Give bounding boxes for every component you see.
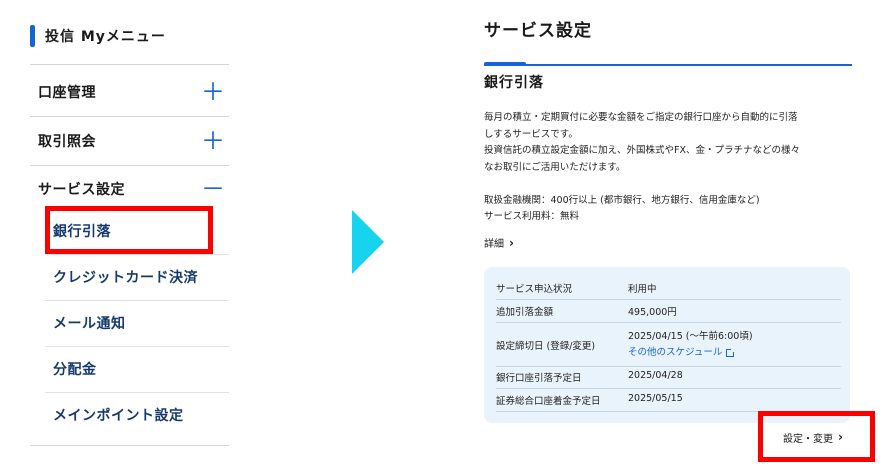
description-line: なお取引にご活用いただけます。 [484,161,626,173]
description-line: 取扱金融機関：400行以上 (都市銀行、地方銀行、信用金庫など) [484,194,760,206]
plus-icon: ＋ [201,78,225,106]
row-divider [496,366,841,367]
submenu-item-credit-card[interactable]: クレジットカード決済 [45,254,229,300]
schedule-link-label: その他のスケジュール [628,347,723,358]
divider [30,445,229,446]
info-label: 設定締切日 (登録/変更) [496,341,596,352]
highlight-box-bank-debit [45,206,213,254]
detail-link-label: 詳細 [484,239,504,250]
menu-title: 投信 Myメニュー [30,25,166,47]
description-line: 毎月の積立・定期買付に必要な金額をご指定の銀行口座から自動的に引落 [484,112,798,123]
menu-title-text: 投信 Myメニュー [45,29,166,45]
tab-underline [484,62,852,66]
schedule-link[interactable]: その他のスケジュール [628,345,736,361]
menu-category-label: サービス設定 [38,182,125,198]
divider [30,64,229,65]
info-value: 2025/04/15 (〜午前6:00頃) [628,331,753,342]
menu-category-account[interactable]: 口座管理 ＋ [30,68,229,116]
submenu-item-label: メインポイント設定 [53,408,184,424]
submenu-item-label: クレジットカード決済 [53,270,198,286]
minus-icon: － [201,175,225,203]
info-value: 利用中 [628,284,657,295]
section-title: 銀行引落 [484,75,544,91]
description-line: しするサービスです。 [484,128,578,140]
row-divider [496,388,841,389]
service-info-box: サービス申込状況 利用中 追加引落金額 495,000円 設定締切日 (登録/変… [484,267,850,423]
detail-link[interactable]: 詳細 › [484,235,514,251]
info-label: 証券総合口座着金予定日 [496,396,601,407]
highlight-box-settings-button [758,411,875,462]
info-row-status: サービス申込状況 利用中 [496,281,841,295]
submenu-item-label: メール通知 [53,316,126,332]
submenu-item-dividend[interactable]: 分配金 [45,346,229,392]
info-label: 銀行口座引落予定日 [496,373,582,384]
info-row-deadline: 設定締切日 (登録/変更) 2025/04/15 (〜午前6:00頃) その他の… [496,327,841,363]
info-value: 495,000円 [628,307,677,318]
info-value-group: 2025/04/15 (〜午前6:00頃) その他のスケジュール [628,329,841,361]
arrow-right-icon [352,210,384,274]
submenu-item-main-point[interactable]: メインポイント設定 [45,392,229,438]
chevron-right-icon: › [509,235,514,250]
info-row-deposit-date: 証券総合口座着金予定日 2025/05/15 [496,393,841,407]
info-value: 2025/05/15 [628,393,683,404]
submenu-item-label: 分配金 [53,362,97,378]
menu-category-label: 口座管理 [38,85,96,101]
info-row-withdraw-date: 銀行口座引落予定日 2025/04/28 [496,370,841,384]
info-label: サービス申込状況 [496,284,573,295]
info-row-amount: 追加引落金額 495,000円 [496,304,841,318]
plus-icon: ＋ [201,127,225,155]
row-divider [496,322,841,323]
info-value: 2025/04/28 [628,370,683,381]
menu-title-accent-bar [30,25,35,47]
row-divider [496,299,841,300]
service-description: 毎月の積立・定期買付に必要な金額をご指定の銀行口座から自動的に引落 しするサービ… [484,110,852,226]
info-label: 追加引落金額 [496,307,554,318]
description-line: 投資信託の積立設定金額に加え、外国株式やFX、金・プラチナなどの様々 [484,145,800,156]
description-line [484,176,852,193]
page-title: サービス設定 [484,21,592,41]
menu-category-label: 取引照会 [38,134,96,150]
external-link-icon [726,348,736,357]
tab-active-indicator [484,62,526,66]
submenu-item-mail-notification[interactable]: メール通知 [45,300,229,346]
description-line: サービス利用料：無料 [484,211,580,222]
menu-category-transactions[interactable]: 取引照会 ＋ [30,117,229,165]
